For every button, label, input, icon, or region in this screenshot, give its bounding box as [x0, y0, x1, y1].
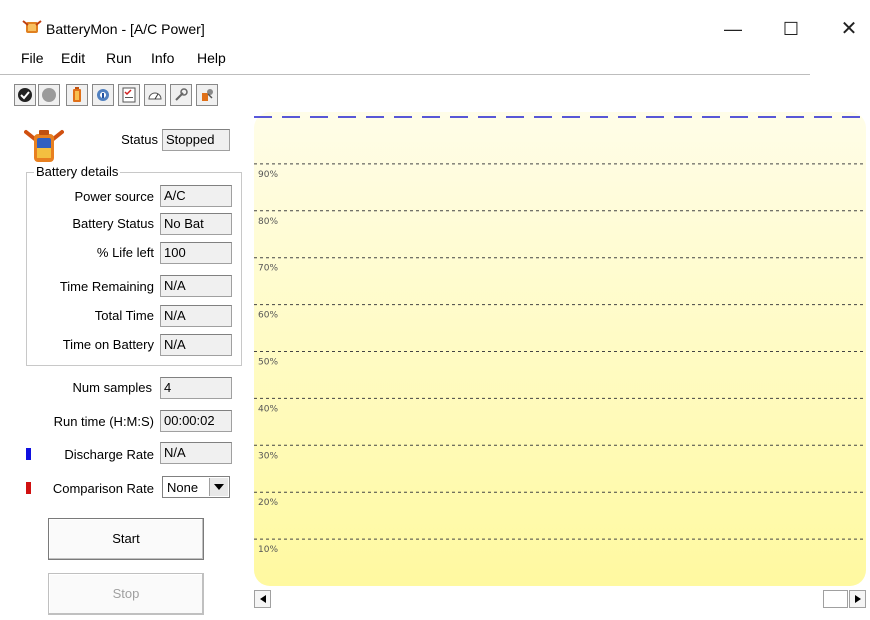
- comparison-rate-select[interactable]: None: [162, 476, 230, 498]
- menu-file[interactable]: File: [21, 50, 44, 66]
- stop-circle-icon: [42, 88, 56, 102]
- y-tick-label: 60%: [258, 311, 278, 321]
- y-tick-label: 40%: [258, 404, 278, 414]
- system-info-button[interactable]: [92, 84, 114, 106]
- minimize-button[interactable]: —: [710, 14, 756, 44]
- scroll-thumb[interactable]: [823, 590, 848, 608]
- life-left-field: 100: [160, 242, 232, 264]
- menu-run[interactable]: Run: [106, 50, 132, 66]
- stop-button[interactable]: Stop: [48, 573, 204, 615]
- menu-info[interactable]: Info: [151, 50, 174, 66]
- chevron-down-icon[interactable]: [209, 478, 228, 496]
- battery-status-icon: [24, 130, 64, 162]
- discharge-rate-swatch: [26, 448, 31, 460]
- comparison-rate-label: Comparison Rate: [52, 481, 154, 496]
- options-button[interactable]: [196, 84, 218, 106]
- y-tick-label: 20%: [258, 498, 278, 508]
- battery-chart: 90% 80% 70% 60% 50% 40% 30% 20% 10%: [254, 112, 866, 586]
- run-time-label: Run time (H:M:S): [53, 414, 154, 429]
- total-time-field: N/A: [160, 305, 232, 327]
- battery-status-label: Battery Status: [72, 216, 154, 231]
- y-tick-label: 50%: [258, 358, 278, 368]
- status-field: Stopped: [162, 129, 230, 151]
- gauge-button[interactable]: [144, 84, 166, 106]
- comparison-rate-swatch: [26, 482, 31, 494]
- start-monitor-button[interactable]: [14, 84, 36, 106]
- time-on-battery-label: Time on Battery: [62, 337, 154, 352]
- total-time-label: Total Time: [94, 308, 154, 323]
- y-tick-label: 10%: [258, 545, 278, 555]
- comparison-rate-value: None: [167, 480, 199, 495]
- title-bar: BatteryMon - [A/C Power] — ☐ ✕: [0, 0, 870, 44]
- y-tick-label: 30%: [258, 451, 278, 461]
- life-left-label: % Life left: [96, 245, 154, 260]
- chart-scrollbar[interactable]: [254, 588, 866, 610]
- battery-details-title: Battery details: [34, 164, 121, 179]
- settings-icon: [202, 89, 213, 101]
- time-on-battery-field: N/A: [160, 334, 232, 356]
- gauge-icon: [148, 92, 162, 100]
- power-source-label: Power source: [74, 189, 154, 204]
- chart-plot: 90% 80% 70% 60% 50% 40% 30% 20% 10%: [254, 116, 866, 555]
- maximize-button[interactable]: ☐: [768, 14, 814, 44]
- info-gear-icon: [97, 89, 109, 101]
- start-button[interactable]: Start: [48, 518, 204, 560]
- y-tick-label: 80%: [258, 217, 278, 227]
- y-tick-label: 70%: [258, 264, 278, 274]
- discharge-rate-label: Discharge Rate: [64, 447, 154, 462]
- time-remaining-label: Time Remaining: [59, 279, 154, 294]
- time-remaining-field: N/A: [160, 275, 232, 297]
- scroll-right-button[interactable]: [849, 590, 866, 608]
- battery-app-icon: [22, 20, 42, 33]
- scroll-left-button[interactable]: [254, 590, 271, 608]
- menu-divider: [0, 74, 810, 75]
- menu-edit[interactable]: Edit: [61, 50, 85, 66]
- num-samples-field: 4: [160, 377, 232, 399]
- num-samples-label: Num samples: [72, 380, 152, 395]
- arrow-left-icon: [259, 595, 266, 603]
- checklist-icon: [122, 87, 136, 103]
- menu-help[interactable]: Help: [197, 50, 226, 66]
- report-button[interactable]: [118, 84, 140, 106]
- power-source-field: A/C: [160, 185, 232, 207]
- close-button[interactable]: ✕: [826, 14, 870, 44]
- battery-status-field: No Bat: [160, 213, 232, 235]
- arrow-right-icon: [854, 595, 861, 603]
- stop-monitor-button[interactable]: [38, 84, 60, 106]
- window-title: BatteryMon - [A/C Power]: [46, 21, 205, 37]
- status-label: Status: [121, 132, 158, 147]
- run-time-field: 00:00:02: [160, 410, 232, 432]
- y-tick-label: 90%: [258, 170, 278, 180]
- battery-info-button[interactable]: [66, 84, 88, 106]
- scroll-track[interactable]: [272, 590, 848, 608]
- wrench-icon: [175, 88, 188, 101]
- battery-icon: [73, 87, 81, 102]
- discharge-rate-field: N/A: [160, 442, 232, 464]
- tools-button[interactable]: [170, 84, 192, 106]
- check-icon: [18, 88, 32, 102]
